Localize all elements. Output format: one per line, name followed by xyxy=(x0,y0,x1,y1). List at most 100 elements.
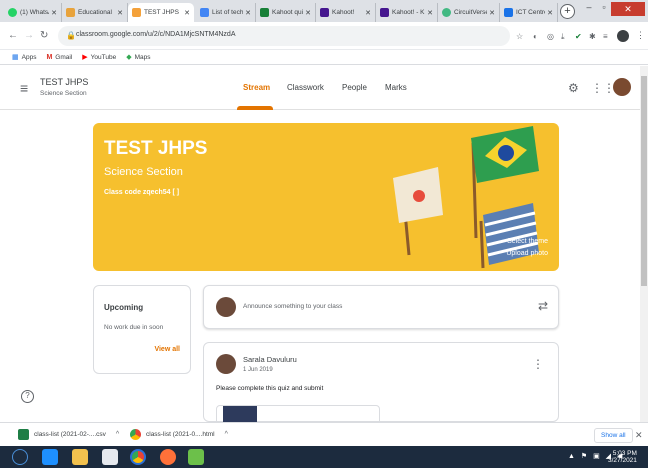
tab-educational[interactable]: Educational ✕ xyxy=(62,3,128,22)
close-icon[interactable]: ✕ xyxy=(547,9,553,17)
announce-box[interactable]: Announce something to your class ⇄ xyxy=(203,285,559,329)
upload-photo-link[interactable]: Upload photo xyxy=(506,250,548,257)
tab-label: List of tech xyxy=(212,9,244,16)
tab-whatsapp[interactable]: (1) WhatsApp ✕ xyxy=(4,3,62,22)
tab-label: Kahoot! - K xyxy=(392,9,425,16)
extension-icon[interactable]: ◎ xyxy=(547,32,554,41)
firefox-icon[interactable] xyxy=(160,449,176,465)
close-icon[interactable]: ✕ xyxy=(489,9,495,17)
file-explorer-icon[interactable] xyxy=(72,449,88,465)
japan-flag-icon xyxy=(393,167,443,256)
check-extension-icon[interactable]: ✔ xyxy=(575,32,582,41)
tab-people[interactable]: People xyxy=(342,83,367,92)
select-theme-link[interactable]: Select theme xyxy=(507,238,548,245)
close-icon[interactable]: ✕ xyxy=(635,430,643,441)
repost-icon[interactable]: ⇄ xyxy=(538,299,548,313)
bookmark-youtube[interactable]: ▶ YouTube xyxy=(82,53,117,62)
media-player-icon[interactable] xyxy=(102,449,118,465)
tab-marks[interactable]: Marks xyxy=(385,83,407,92)
announce-placeholder[interactable]: Announce something to your class xyxy=(243,303,342,310)
main-menu-icon[interactable]: ≡ xyxy=(20,80,28,96)
scrollbar[interactable] xyxy=(640,66,648,422)
chrome-icon[interactable] xyxy=(130,449,146,465)
minimize-button[interactable]: – xyxy=(582,2,596,16)
bookmark-gmail[interactable]: M Gmail xyxy=(46,54,72,61)
class-name[interactable]: TEST JHPS xyxy=(40,77,88,87)
puzzle-extension-icon[interactable]: ✱ xyxy=(589,32,596,41)
close-icon[interactable]: ✕ xyxy=(427,9,433,17)
tab-kahoot[interactable]: Kahoot! ✕ xyxy=(316,3,376,22)
new-tab-button[interactable]: + xyxy=(560,4,575,19)
tab-list-of-tech[interactable]: List of tech ✕ xyxy=(196,3,256,22)
download-extension-icon[interactable]: ⤓ xyxy=(561,32,565,42)
settings-gear-icon[interactable]: ⚙ xyxy=(568,81,579,95)
profile-avatar[interactable] xyxy=(617,30,629,42)
app-icon[interactable] xyxy=(188,449,204,465)
bookmark-maps[interactable]: ◆ Maps xyxy=(126,53,151,62)
close-icon[interactable]: ✕ xyxy=(365,9,371,17)
close-icon[interactable]: ✕ xyxy=(245,9,251,17)
extension-icon[interactable]: ◐ xyxy=(533,32,538,41)
chevron-up-icon[interactable]: ^ xyxy=(116,431,119,438)
bookmark-label: Maps xyxy=(134,53,151,61)
download-item[interactable]: class-list (2021-02-....csv ^ xyxy=(18,429,119,440)
upcoming-card: Upcoming No work due in soon View all xyxy=(93,285,191,374)
internet-explorer-icon[interactable] xyxy=(42,449,58,465)
taskbar-clock[interactable]: 5:03 PM 3/27/2021 xyxy=(608,450,637,464)
maximize-button[interactable]: ▫ xyxy=(597,2,611,16)
back-arrow-icon[interactable]: ← xyxy=(8,30,18,41)
help-icon[interactable]: ? xyxy=(21,390,34,403)
close-icon[interactable]: ✕ xyxy=(184,9,190,17)
forward-arrow-icon[interactable]: → xyxy=(24,30,34,41)
close-icon[interactable]: ✕ xyxy=(51,9,57,17)
whatsapp-icon xyxy=(8,8,17,17)
bookmark-apps[interactable]: ▦ Apps xyxy=(12,53,37,62)
tab-ict-centre[interactable]: ICT Centre ✕ xyxy=(500,3,558,22)
account-avatar[interactable] xyxy=(613,78,631,96)
scrollbar-thumb[interactable] xyxy=(641,76,647,286)
tab-kahoot-quiz[interactable]: Kahoot quiz ✕ xyxy=(256,3,316,22)
bookmark-label: Apps xyxy=(21,53,37,61)
class-banner: TEST JHPS Science Section Class code zqe… xyxy=(93,123,559,271)
star-icon[interactable]: ☆ xyxy=(516,32,523,41)
tab-classwork[interactable]: Classwork xyxy=(287,83,324,92)
clock-time: 5:03 PM xyxy=(612,450,637,457)
google-apps-icon[interactable]: ⋮⋮ xyxy=(591,81,615,95)
view-all-link[interactable]: View all xyxy=(154,346,180,353)
post-author: Sarala Davuluru xyxy=(243,355,297,364)
download-item[interactable]: class-list (2021-0....html ^ xyxy=(130,429,228,440)
avatar xyxy=(216,354,236,374)
tab-stream[interactable]: Stream xyxy=(243,83,270,92)
omnibox[interactable]: 🔒 classroom.google.com/u/2/c/NDA1MjcSNTM… xyxy=(58,26,510,46)
address-toolbar: ← → ↻ 🔒 classroom.google.com/u/2/c/NDA1M… xyxy=(0,22,648,50)
close-icon[interactable]: ✕ xyxy=(305,9,311,17)
maps-icon: ◆ xyxy=(126,54,132,61)
csv-file-icon xyxy=(18,429,29,440)
tab-kahoot-k[interactable]: Kahoot! - K ✕ xyxy=(376,3,438,22)
chevron-up-icon[interactable]: ^ xyxy=(225,431,228,438)
banner-title: TEST JHPS xyxy=(104,138,208,159)
greece-flag-icon xyxy=(479,203,539,269)
reading-list-icon[interactable]: ≡ xyxy=(603,32,608,41)
download-filename: class-list (2021-0....html xyxy=(146,431,215,438)
bookmark-label: YouTube xyxy=(90,53,117,61)
url-text[interactable]: classroom.google.com/u/2/c/NDA1MjcSNTM4N… xyxy=(76,31,236,38)
tab-circuitverse[interactable]: CircuitVerse ✕ xyxy=(438,3,500,22)
docs-icon xyxy=(200,8,209,17)
class-code[interactable]: Class code zqech54 [ ] xyxy=(104,189,179,196)
circuitverse-icon xyxy=(442,8,451,17)
windows-start-icon[interactable] xyxy=(12,449,28,465)
download-shelf: class-list (2021-02-....csv ^ class-list… xyxy=(0,422,648,446)
reload-icon[interactable]: ↻ xyxy=(40,30,48,41)
upcoming-title: Upcoming xyxy=(104,303,144,312)
close-icon[interactable]: ✕ xyxy=(117,9,123,17)
gmail-icon: M xyxy=(46,53,53,61)
window-close-button[interactable]: ✕ xyxy=(611,2,645,16)
sheets-icon xyxy=(260,8,269,17)
tab-test-jhps[interactable]: TEST JHPS ✕ xyxy=(128,3,194,22)
tab-label: ICT Centre xyxy=(516,9,546,16)
browser-menu-icon[interactable]: ⋮ xyxy=(636,30,645,41)
chrome-file-icon xyxy=(130,429,141,440)
more-options-icon[interactable]: ⋮ xyxy=(532,357,544,371)
show-all-button[interactable]: Show all xyxy=(594,428,633,443)
